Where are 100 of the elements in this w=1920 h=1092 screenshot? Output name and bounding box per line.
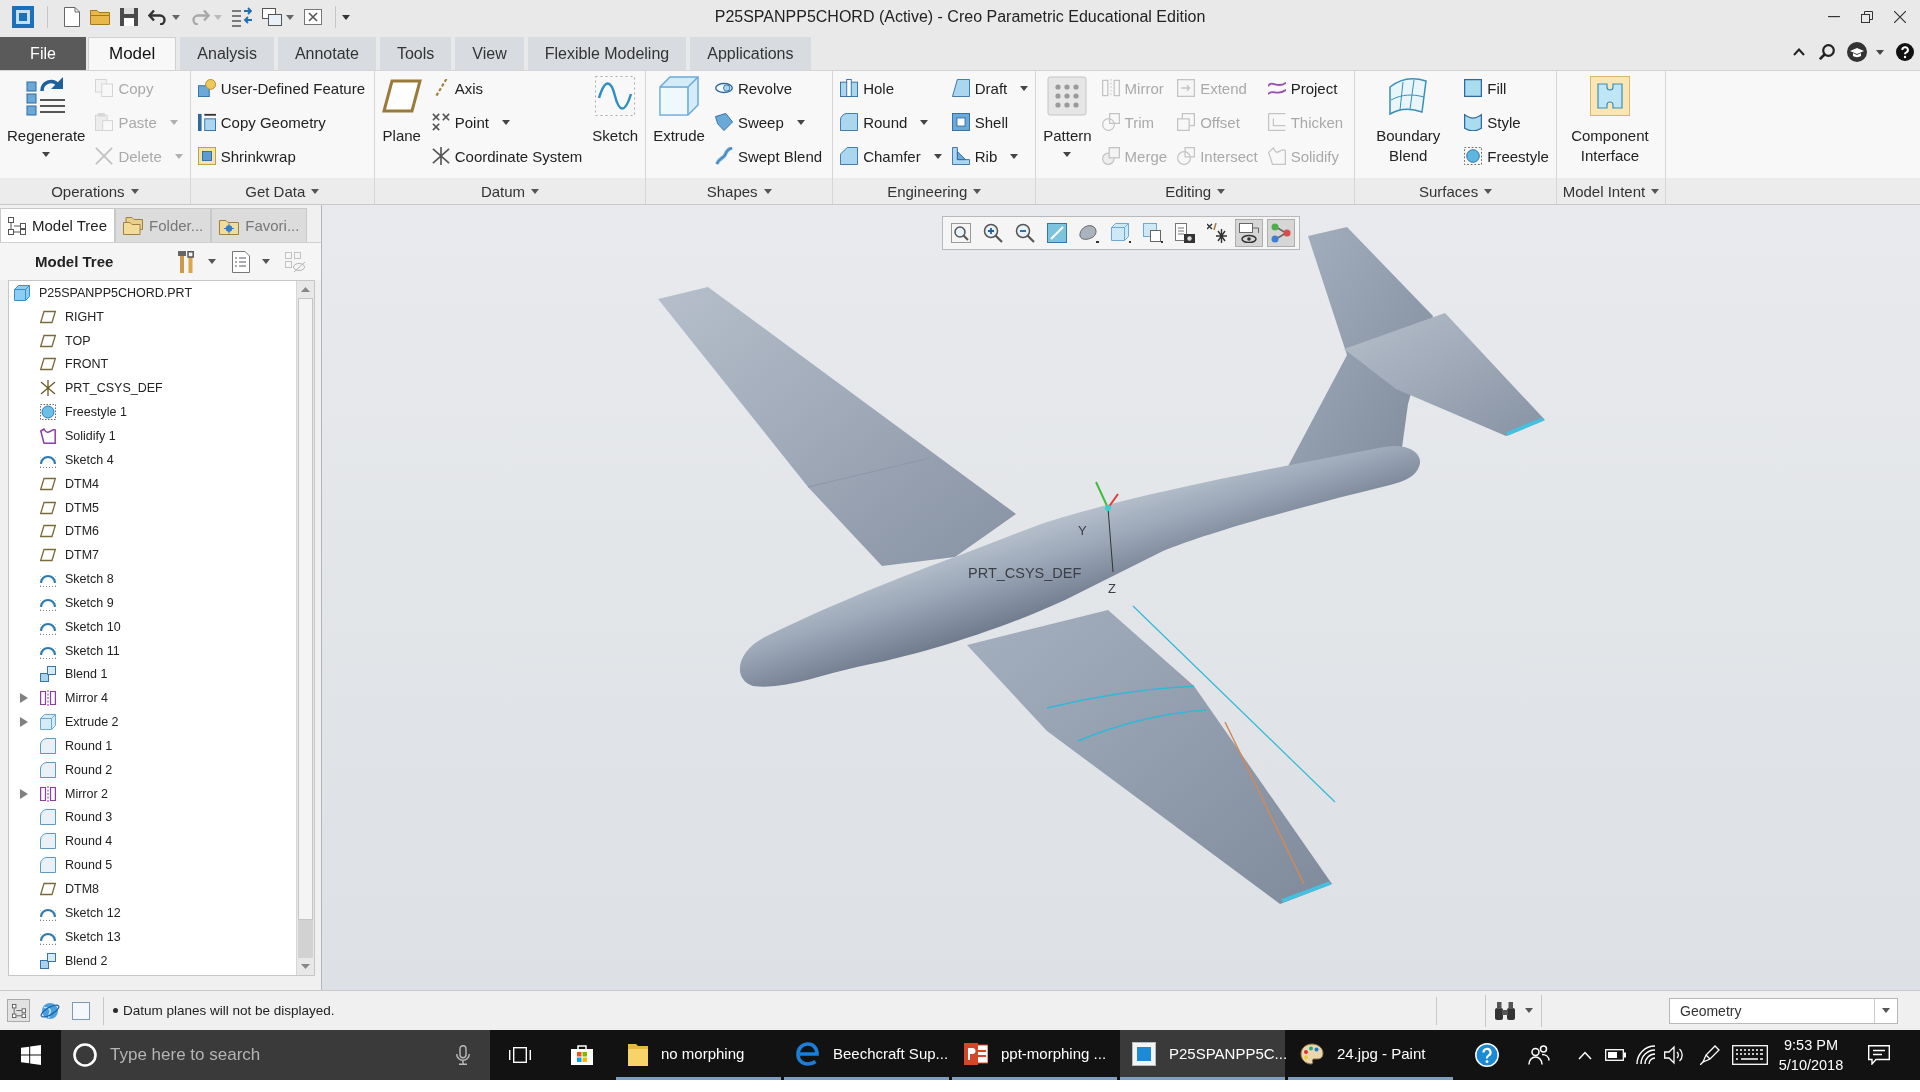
- document-list-icon[interactable]: [232, 250, 251, 273]
- ribbon-button[interactable]: Draft: [949, 73, 1031, 103]
- taskbar-app-button[interactable]: 24.jpg - Paint: [1288, 1030, 1453, 1080]
- tree-item[interactable]: DTM4: [40, 475, 103, 492]
- ribbon-button[interactable]: Point: [429, 107, 512, 137]
- ribbon-tab[interactable]: Annotate: [277, 37, 376, 70]
- ribbon-button[interactable]: Freestyle: [1462, 141, 1551, 171]
- restore-icon[interactable]: [1861, 11, 1873, 23]
- app-window-icon[interactable]: [12, 6, 34, 28]
- shopping-bag-icon[interactable]: [570, 1045, 593, 1065]
- ribbon-tab[interactable]: Applications: [690, 37, 811, 70]
- caret-icon[interactable]: [286, 14, 294, 20]
- help-icon[interactable]: [1475, 1043, 1499, 1067]
- pen-icon[interactable]: [1700, 1045, 1720, 1065]
- ribbon-button[interactable]: Coordinate System: [429, 141, 585, 171]
- caret-icon[interactable]: [342, 14, 350, 20]
- tree-item[interactable]: Sketch 10: [40, 618, 124, 635]
- tree-item[interactable]: Round 4: [40, 833, 116, 850]
- ribbon-button[interactable]: Sweep: [712, 107, 807, 137]
- ribbon-button[interactable]: Sketch: [590, 71, 641, 149]
- blank-window-icon[interactable]: [72, 1001, 90, 1020]
- caret-icon[interactable]: [172, 14, 180, 20]
- taskbar-app-button[interactable]: Beechcraft Sup...: [784, 1030, 949, 1080]
- ribbon-button[interactable]: Axis: [429, 73, 486, 103]
- ribbon-button[interactable]: Copy Geometry: [195, 107, 328, 137]
- undo-icon[interactable]: [148, 9, 168, 25]
- ribbon-button[interactable]: Chamfer: [838, 141, 944, 171]
- tree-item[interactable]: Mirror 2: [40, 785, 112, 802]
- group-menu-button[interactable]: Shapes: [703, 182, 775, 200]
- ribbon-button[interactable]: Style: [1462, 107, 1523, 137]
- panel-toggle-button[interactable]: [7, 999, 30, 1022]
- ribbon-button[interactable]: Rib: [949, 141, 1021, 171]
- caret-icon[interactable]: [208, 259, 217, 264]
- file-menu-button[interactable]: File: [0, 37, 86, 70]
- tree-item[interactable]: PRT_CSYS_DEF: [40, 380, 166, 397]
- tree-item[interactable]: Mirror 4: [40, 690, 112, 707]
- panel-tab[interactable]: Model Tree: [0, 208, 116, 242]
- tree-item[interactable]: Freestyle 1: [40, 404, 130, 421]
- taskbar-app-button[interactable]: no morphing: [616, 1030, 781, 1080]
- expand-arrow-icon[interactable]: [20, 693, 28, 704]
- scroll-thumb[interactable]: [298, 298, 313, 920]
- find-button[interactable]: [1485, 994, 1542, 1027]
- search-box[interactable]: Type here to search: [61, 1030, 490, 1080]
- tree-item[interactable]: Sketch 8: [40, 571, 117, 588]
- tree-item[interactable]: Sketch 4: [40, 451, 117, 468]
- task-view-icon[interactable]: [509, 1047, 531, 1063]
- people-icon[interactable]: [1528, 1045, 1550, 1065]
- caret-icon[interactable]: [262, 259, 271, 264]
- group-menu-button[interactable]: Get Data: [242, 182, 323, 200]
- tree-item[interactable]: Solidify 1: [40, 428, 119, 444]
- group-menu-button[interactable]: Model Intent: [1559, 182, 1663, 200]
- ribbon-button[interactable]: Regenerate: [5, 71, 88, 160]
- clock-button[interactable]: 9:53 PM 5/10/2018: [1776, 1035, 1846, 1075]
- ribbon-button[interactable]: Swept Blend: [712, 141, 825, 171]
- search-field[interactable]: Type here to search: [110, 1043, 380, 1067]
- ribbon-tab[interactable]: View: [455, 37, 524, 70]
- tree-item[interactable]: Sketch 11: [40, 642, 123, 659]
- ribbon-button[interactable]: Shell: [949, 107, 1011, 137]
- hammer-wrench-icon[interactable]: [178, 250, 195, 273]
- ribbon-button[interactable]: Extrude: [651, 71, 707, 149]
- scroll-down-icon[interactable]: [301, 964, 310, 969]
- expand-arrow-icon[interactable]: [20, 717, 28, 728]
- tree-item[interactable]: Blend 2: [40, 952, 111, 969]
- scrollbar[interactable]: [296, 281, 314, 975]
- tree-item[interactable]: P25SPANPP5CHORD.PRT: [14, 284, 196, 301]
- tree-item[interactable]: Round 3: [40, 809, 116, 826]
- ribbon-tab[interactable]: Flexible Modeling: [527, 37, 687, 70]
- tree-item[interactable]: Round 2: [40, 761, 116, 778]
- tree-item[interactable]: FRONT: [40, 356, 112, 373]
- help-icon[interactable]: [1896, 43, 1914, 61]
- ribbon-button[interactable]: Project: [1265, 73, 1340, 103]
- tree-item[interactable]: Sketch 13: [40, 928, 124, 945]
- minimize-icon[interactable]: [1828, 16, 1840, 18]
- group-menu-button[interactable]: Datum: [477, 182, 543, 200]
- ribbon-button[interactable]: Shrinkwrap: [195, 141, 298, 171]
- microphone-icon[interactable]: [456, 1045, 470, 1065]
- search-icon[interactable]: [1819, 44, 1835, 60]
- blank-page-icon[interactable]: [64, 7, 80, 27]
- wifi-icon[interactable]: [1636, 1045, 1656, 1065]
- crossed-window-icon[interactable]: [304, 9, 322, 25]
- group-menu-button[interactable]: Surfaces: [1415, 182, 1496, 200]
- tree-item[interactable]: Blend 1: [40, 666, 111, 683]
- tree-item[interactable]: RIGHT: [40, 308, 107, 325]
- list-arrows-icon[interactable]: [232, 7, 252, 27]
- ribbon-button[interactable]: Revolve: [712, 73, 795, 103]
- ribbon-button[interactable]: User-Defined Feature: [195, 73, 367, 103]
- tree-item[interactable]: Round 1: [40, 737, 116, 754]
- windows-logo-icon[interactable]: [20, 1045, 41, 1065]
- ribbon-button[interactable]: Round: [838, 107, 931, 137]
- ribbon-button[interactable]: Plane: [379, 71, 424, 149]
- ribbon-button[interactable]: Pattern: [1041, 71, 1094, 160]
- tree-item[interactable]: DTM6: [40, 523, 103, 540]
- group-menu-button[interactable]: Editing: [1162, 182, 1229, 200]
- ribbon-tab[interactable]: Tools: [379, 37, 452, 70]
- tree-item[interactable]: Round 5: [40, 857, 116, 874]
- graduation-cap-icon[interactable]: [1847, 42, 1867, 62]
- ribbon-button[interactable]: Boundary Blend: [1360, 71, 1457, 169]
- close-icon[interactable]: [1894, 11, 1906, 23]
- stacked-windows-icon[interactable]: [262, 8, 282, 26]
- speech-bubble-icon[interactable]: [1868, 1045, 1890, 1065]
